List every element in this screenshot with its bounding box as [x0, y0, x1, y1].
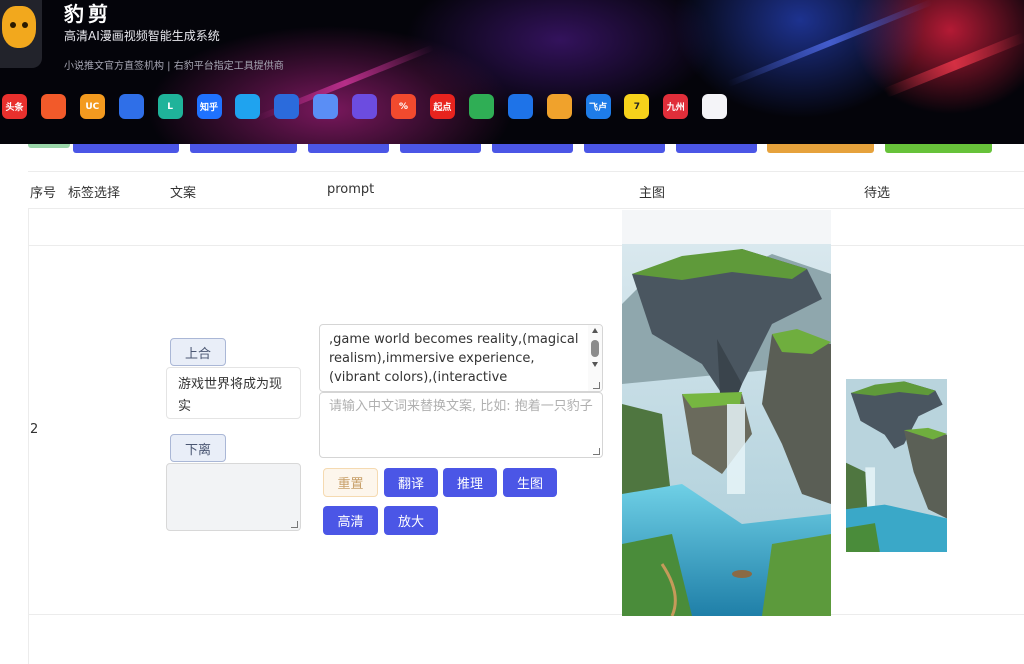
resize-handle-icon[interactable]: [593, 382, 600, 389]
bird-icon[interactable]: [507, 94, 533, 119]
app-subtitle: 高清AI漫画视频智能生成系统: [64, 29, 220, 43]
table-divider: [28, 614, 1024, 615]
column-header-tag: 标签选择: [68, 186, 121, 201]
resize-handle-icon[interactable]: [291, 521, 298, 528]
banner-light-streak: [726, 0, 934, 87]
upscale-button[interactable]: 放大: [384, 506, 438, 535]
translate-button[interactable]: 翻译: [384, 468, 438, 497]
banner-light-streak: [883, 32, 1024, 98]
jiuzhou-icon-label: 九州: [666, 103, 685, 113]
prompt-textarea[interactable]: ,game world becomes reality,(magical rea…: [319, 324, 603, 392]
baidu-icon[interactable]: [118, 94, 144, 119]
app-title: 豹剪: [64, 2, 112, 26]
percent-icon-label: %: [398, 101, 409, 112]
lofter-icon-label: L: [167, 101, 173, 112]
column-header-candidates: 待选: [864, 186, 891, 201]
reading-icon[interactable]: [468, 94, 494, 119]
candidate-landscape-image: [846, 379, 947, 552]
feilu-icon[interactable]: 飞卢: [585, 94, 611, 119]
app-logo: [0, 0, 42, 68]
toolbar: [0, 144, 1024, 154]
merge-up-button[interactable]: 上合: [170, 338, 226, 366]
zhihu-icon[interactable]: 知乎: [196, 94, 222, 119]
feilu-icon-label: 飞卢: [588, 103, 607, 113]
zhihu-icon-label: 知乎: [199, 103, 218, 113]
toutiao-icon[interactable]: 头条: [2, 94, 27, 119]
toolbar-toggle[interactable]: [28, 144, 70, 148]
app-description: 小说推文官方直签机构 | 右豹平台指定工具提供商: [64, 61, 284, 72]
toolbar-button-6[interactable]: [584, 144, 665, 153]
platform-icon-row: 头条 UC L 知乎% 起点 飞卢 7 九州: [0, 94, 728, 122]
table-divider: [28, 208, 1024, 209]
jiuzhou-icon[interactable]: 九州: [663, 94, 689, 119]
column-header-index: 序号: [30, 186, 57, 201]
bubble-icon[interactable]: [274, 94, 300, 119]
toutiao-icon-label: 头条: [5, 103, 24, 113]
cn-replace-input[interactable]: 请输入中文词来替换文案, 比如: 抱着一只豹子: [319, 392, 603, 458]
split-down-button[interactable]: 下离: [170, 434, 226, 462]
qidian-icon[interactable]: 起点: [429, 94, 455, 119]
column-header-main-image: 主图: [639, 186, 666, 201]
uc-icon[interactable]: UC: [79, 94, 105, 119]
toolbar-button-4[interactable]: [400, 144, 481, 153]
toolbar-button-9[interactable]: [885, 144, 992, 153]
qq-icon[interactable]: [235, 94, 261, 119]
fantasy-landscape-image: [622, 244, 831, 616]
cn-replace-placeholder: 请输入中文词来替换文案, 比如: 抱着一只豹子: [329, 399, 593, 414]
toolbar-button-7[interactable]: [676, 144, 757, 153]
toolbar-button-8[interactable]: [767, 144, 874, 153]
column-header-prompt: prompt: [327, 182, 375, 197]
scroll-thumb[interactable]: [591, 340, 599, 357]
toolbar-button-2[interactable]: [190, 144, 297, 153]
qimao-icon[interactable]: 7: [624, 94, 650, 119]
table-border: [28, 208, 29, 664]
main-image[interactable]: [622, 244, 831, 616]
scroll-up-icon[interactable]: [592, 328, 598, 333]
fanqie-icon[interactable]: [40, 94, 66, 119]
lofter-icon[interactable]: L: [157, 94, 183, 119]
generate-image-button[interactable]: 生图: [503, 468, 557, 497]
toolbar-button-5[interactable]: [492, 144, 573, 153]
app-banner: 豹剪 高清AI漫画视频智能生成系统 小说推文官方直签机构 | 右豹平台指定工具提…: [0, 0, 1024, 144]
reset-button[interactable]: 重置: [323, 468, 378, 497]
table-border: [28, 171, 1024, 172]
flame-icon[interactable]: [546, 94, 572, 119]
column-header-copy: 文案: [170, 186, 197, 201]
qidian-icon-label: 起点: [433, 103, 452, 113]
wave-icon[interactable]: [313, 94, 339, 119]
percent-icon[interactable]: %: [391, 94, 416, 119]
hd-button[interactable]: 高清: [323, 506, 378, 535]
toolbar-button-1[interactable]: [73, 144, 179, 153]
scroll-down-icon[interactable]: [592, 362, 598, 367]
infer-button[interactable]: 推理: [443, 468, 497, 497]
prompt-text: ,game world becomes reality,(magical rea…: [329, 332, 579, 385]
toolbar-button-3[interactable]: [308, 144, 389, 153]
table-divider: [28, 245, 1024, 246]
qimao-icon-label: 7: [633, 101, 641, 112]
copy-textarea[interactable]: [166, 463, 301, 531]
main-image-top-shade: [622, 210, 831, 244]
copy-text-box[interactable]: 游戏世界将成为现实: [166, 367, 301, 419]
row-index: 2: [30, 422, 39, 437]
candidate-thumbnail[interactable]: [846, 379, 947, 552]
resize-handle-icon[interactable]: [593, 448, 600, 455]
ring-icon[interactable]: [352, 94, 378, 119]
video-icon[interactable]: [702, 94, 728, 119]
uc-icon-label: UC: [85, 101, 100, 112]
